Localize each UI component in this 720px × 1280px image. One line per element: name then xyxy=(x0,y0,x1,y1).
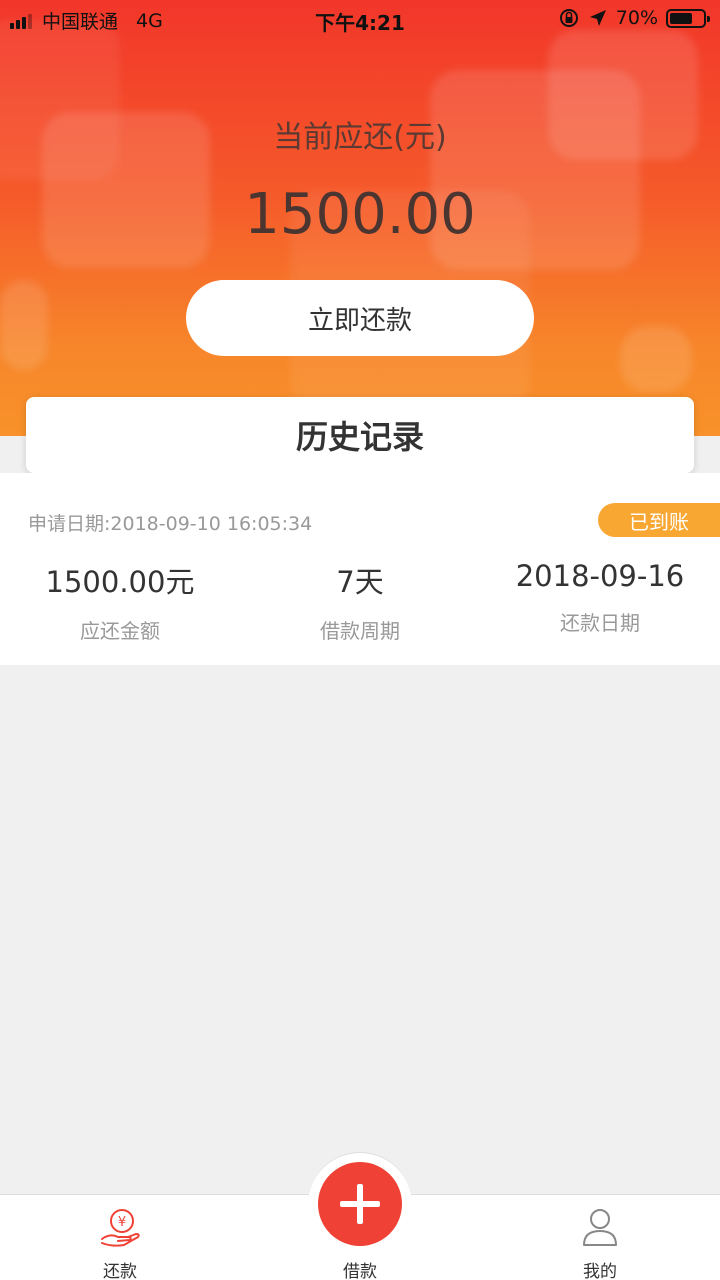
tab-repay-label: 还款 xyxy=(103,1262,137,1280)
location-arrow-icon xyxy=(589,10,606,26)
svg-text:¥: ¥ xyxy=(118,1215,126,1230)
status-bar: 中国联通 4G 下午4:21 70% xyxy=(0,0,720,38)
repay-amount-label: 应还金额 xyxy=(80,619,160,643)
tab-repay[interactable]: ¥ 还款 xyxy=(0,1195,240,1280)
amount-stat: 1500.00元 应还金额 xyxy=(0,559,240,644)
period-stat: 7天 借款周期 xyxy=(240,559,480,644)
repay-date-value: 2018-09-16 xyxy=(515,559,685,593)
apply-date: 申请日期:2018-09-10 16:05:34 xyxy=(28,513,313,535)
repay-amount-value: 1500.00元 xyxy=(45,565,195,599)
amount-due-label: 当前应还(元) xyxy=(273,120,447,155)
battery-percent: 70% xyxy=(615,7,658,29)
tab-mine-label: 我的 xyxy=(583,1262,617,1280)
user-icon xyxy=(583,1209,617,1246)
history-title: 历史记录 xyxy=(26,397,694,473)
loan-period-value: 7天 xyxy=(336,565,384,599)
repay-hand-yen-icon: ¥ xyxy=(101,1209,140,1247)
tab-borrow-label: 借款 xyxy=(343,1262,377,1280)
repay-date-label: 还款日期 xyxy=(560,611,640,635)
orientation-lock-icon xyxy=(559,9,578,27)
tab-mine[interactable]: 我的 xyxy=(480,1195,720,1280)
borrow-plus-button[interactable] xyxy=(318,1162,402,1246)
amount-due-value: 1500.00 xyxy=(244,182,476,247)
loan-record[interactable]: 申请日期:2018-09-10 16:05:34 已到账 1500.00元 应还… xyxy=(0,473,720,665)
battery-icon xyxy=(666,8,710,28)
repay-date-stat: 2018-09-16 还款日期 xyxy=(480,559,720,636)
loan-period-label: 借款周期 xyxy=(320,619,400,643)
status-badge: 已到账 xyxy=(598,503,720,537)
plus-icon xyxy=(340,1184,380,1224)
repay-now-button[interactable]: 立即还款 xyxy=(186,280,534,356)
